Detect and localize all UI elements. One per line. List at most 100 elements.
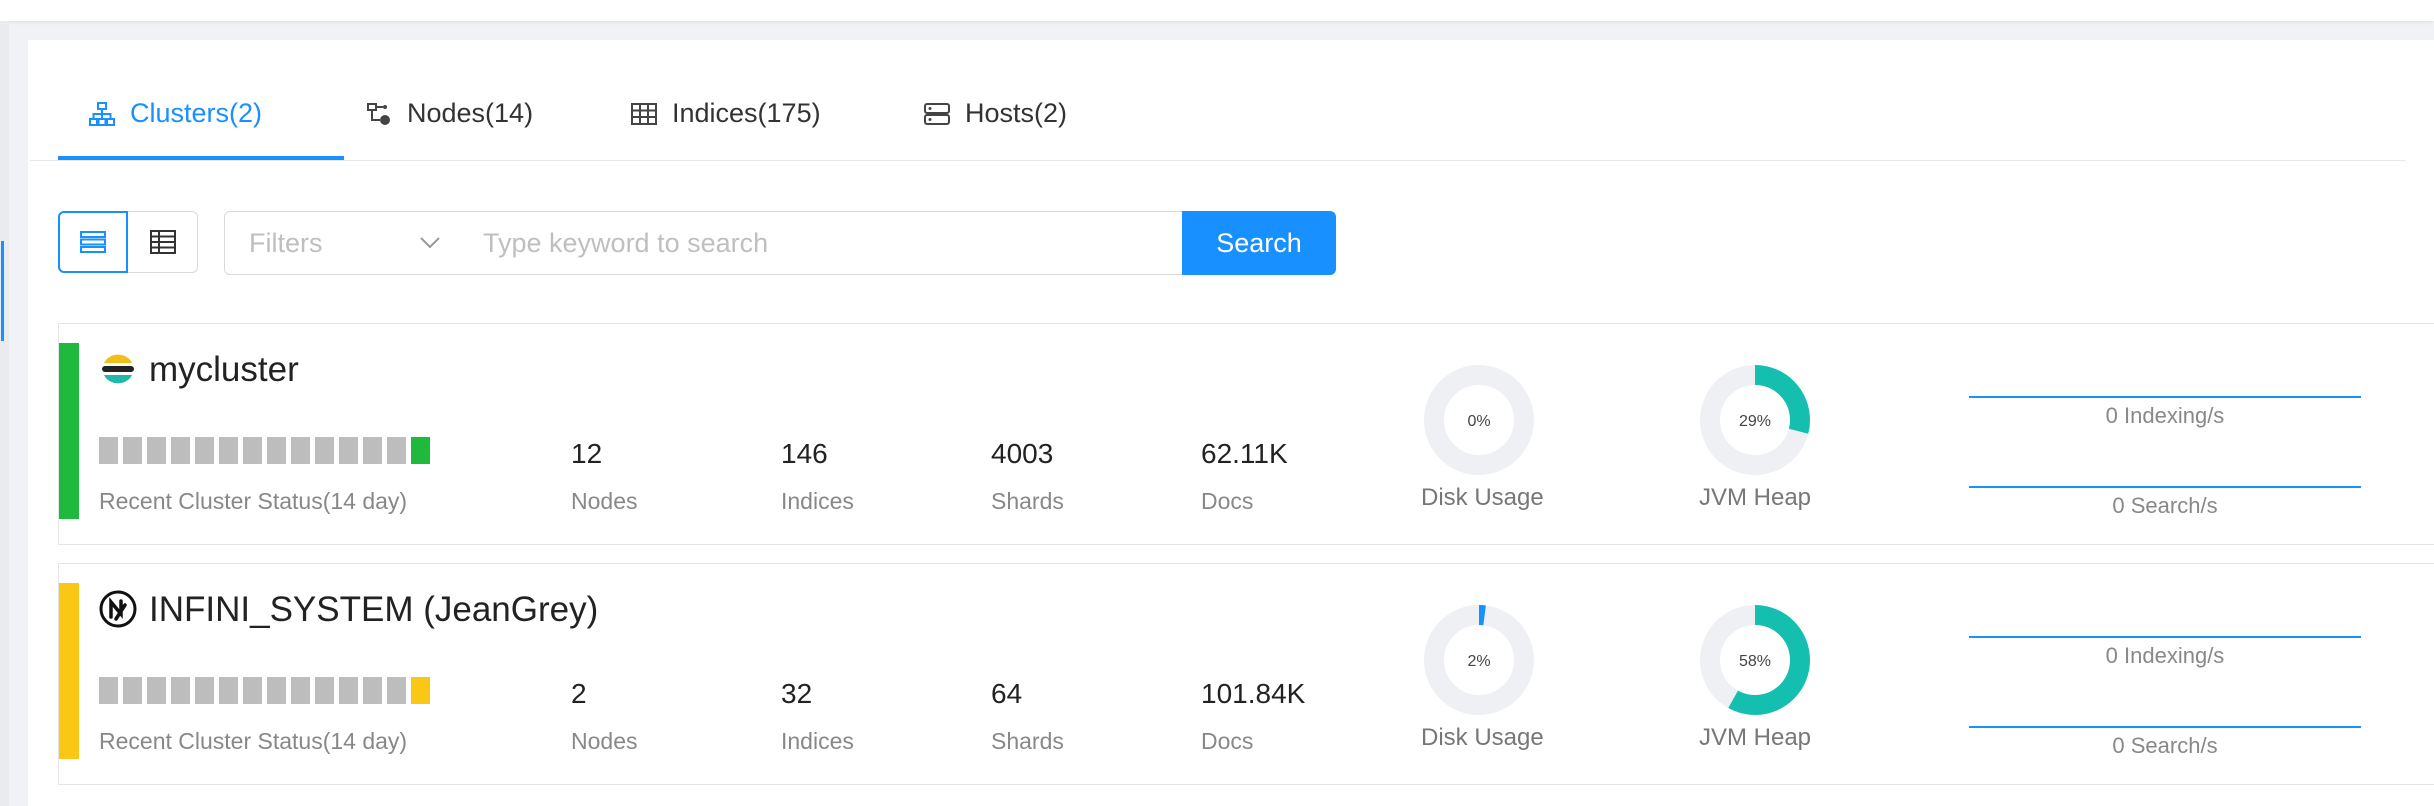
- health-status-bar: [59, 583, 79, 759]
- search-rate-text: 0 Search/s: [2112, 733, 2218, 758]
- tab-clusters[interactable]: Clusters(2): [88, 98, 262, 158]
- tab-label: Nodes(14): [407, 98, 534, 128]
- status-day-gray: [195, 677, 214, 704]
- docs-stat: 62.11K Docs: [1201, 438, 1288, 515]
- docs-label: Docs: [1201, 488, 1254, 514]
- table-view-button[interactable]: [128, 211, 198, 273]
- docs-value: 62.11K: [1201, 438, 1288, 469]
- server-icon: [924, 103, 950, 125]
- filters-placeholder: Filters: [249, 227, 323, 258]
- indexing-rate: 0 Indexing/s: [1969, 636, 2361, 669]
- status-day-gray: [171, 437, 190, 464]
- indexing-sparkline: [1969, 396, 2361, 398]
- chevron-down-icon: [420, 237, 440, 249]
- docs-stat: 101.84K Docs: [1201, 678, 1305, 755]
- disk-usage-gauge: 2% Disk Usage: [1421, 604, 1544, 752]
- status-day-gray: [339, 437, 358, 464]
- sidebar-active-marker: [1, 241, 4, 341]
- gauge-percent: 2%: [1467, 653, 1490, 670]
- status-day-gray: [315, 437, 334, 464]
- indexing-rate-text: 0 Indexing/s: [2105, 403, 2225, 428]
- status-day-gray: [387, 677, 406, 704]
- status-caption: Recent Cluster Status(14 day): [99, 488, 408, 514]
- jvm-heap-gauge: 58% JVM Heap: [1697, 604, 1813, 752]
- jvm-heap-donut: 29%: [1700, 365, 1810, 475]
- gauge-percent: 29%: [1739, 413, 1771, 430]
- table-icon: [631, 103, 657, 125]
- tab-label: Hosts(2): [965, 98, 1068, 128]
- infini-logo: [99, 590, 137, 628]
- filters-dropdown[interactable]: Filters: [224, 211, 462, 275]
- tab-nodes[interactable]: Nodes(14): [365, 98, 533, 158]
- status-day-gray: [171, 677, 190, 704]
- disk-usage-label: Disk Usage: [1421, 724, 1544, 751]
- docs-label: Docs: [1201, 728, 1254, 754]
- search-sparkline: [1969, 486, 2361, 488]
- indices-stat: 146 Indices: [781, 438, 854, 515]
- nodes-value: 12: [571, 438, 603, 469]
- status-day-gray: [363, 437, 382, 464]
- shards-label: Shards: [991, 488, 1064, 514]
- status-day-gray: [339, 677, 358, 704]
- status-day-gray: [219, 437, 238, 464]
- gauge-percent: 58%: [1739, 653, 1771, 670]
- status-history: [99, 437, 430, 464]
- indices-value: 146: [781, 438, 828, 469]
- jvm-heap-label: JVM Heap: [1698, 484, 1812, 511]
- node-icon: [367, 103, 390, 125]
- nodes-stat: 2 Nodes: [571, 678, 637, 755]
- shards-stat: 64 Shards: [991, 678, 1064, 755]
- top-header-bar: [0, 0, 2434, 21]
- cluster-name[interactable]: INFINI_SYSTEM (JeanGrey): [149, 590, 598, 630]
- search-rate: 0 Search/s: [1969, 726, 2361, 759]
- status-day-green: [411, 437, 430, 464]
- status-day-yellow: [411, 677, 430, 704]
- shards-value: 4003: [991, 438, 1054, 469]
- tab-label: Indices(175): [672, 98, 821, 128]
- search-sparkline: [1969, 726, 2361, 728]
- jvm-heap-gauge: 29% JVM Heap: [1697, 364, 1813, 512]
- shards-value: 64: [991, 678, 1023, 709]
- cluster-name[interactable]: mycluster: [149, 350, 299, 390]
- jvm-heap-label: JVM Heap: [1698, 724, 1812, 751]
- gauge-percent: 0%: [1467, 413, 1490, 430]
- status-day-gray: [291, 437, 310, 464]
- status-day-gray: [243, 437, 262, 464]
- status-day-gray: [219, 677, 238, 704]
- search-button[interactable]: Search: [1182, 211, 1336, 275]
- status-day-gray: [147, 437, 166, 464]
- disk-usage-gauge: 0% Disk Usage: [1421, 364, 1544, 512]
- list-view-icon: [80, 231, 106, 253]
- indices-label: Indices: [781, 488, 854, 514]
- indices-label: Indices: [781, 728, 854, 754]
- indices-value: 32: [781, 678, 813, 709]
- list-view-button[interactable]: [58, 211, 128, 273]
- tab-indices[interactable]: Indices(175): [630, 98, 821, 158]
- indexing-rate: 0 Indexing/s: [1969, 396, 2361, 429]
- status-day-gray: [99, 677, 118, 704]
- disk-usage-donut: 0%: [1424, 365, 1534, 475]
- cluster-card[interactable]: mycluster Recent Cluster Status(14 day) …: [58, 323, 2434, 545]
- left-sidebar-rail: [0, 21, 9, 806]
- nodes-stat: 12 Nodes: [571, 438, 637, 515]
- indices-stat: 32 Indices: [781, 678, 854, 755]
- cluster-card[interactable]: INFINI_SYSTEM (JeanGrey) Recent Cluster …: [58, 563, 2434, 785]
- status-day-gray: [267, 677, 286, 704]
- tab-hosts[interactable]: Hosts(2): [923, 98, 1067, 158]
- indexing-sparkline: [1969, 636, 2361, 638]
- status-day-gray: [99, 437, 118, 464]
- table-view-icon: [149, 230, 176, 254]
- shards-stat: 4003 Shards: [991, 438, 1064, 515]
- search-input[interactable]: [461, 211, 1183, 275]
- status-day-gray: [123, 677, 142, 704]
- status-day-gray: [363, 677, 382, 704]
- status-caption: Recent Cluster Status(14 day): [99, 728, 408, 754]
- status-day-gray: [195, 437, 214, 464]
- nodes-value: 2: [571, 678, 587, 709]
- status-day-gray: [291, 677, 310, 704]
- tab-bar: Clusters(2) Nodes(14) Indices(175) Hosts…: [30, 60, 2406, 161]
- jvm-heap-donut: 58%: [1700, 605, 1810, 715]
- indexing-rate-text: 0 Indexing/s: [2105, 643, 2225, 668]
- search-rate: 0 Search/s: [1969, 486, 2361, 519]
- search-rate-text: 0 Search/s: [2112, 493, 2218, 518]
